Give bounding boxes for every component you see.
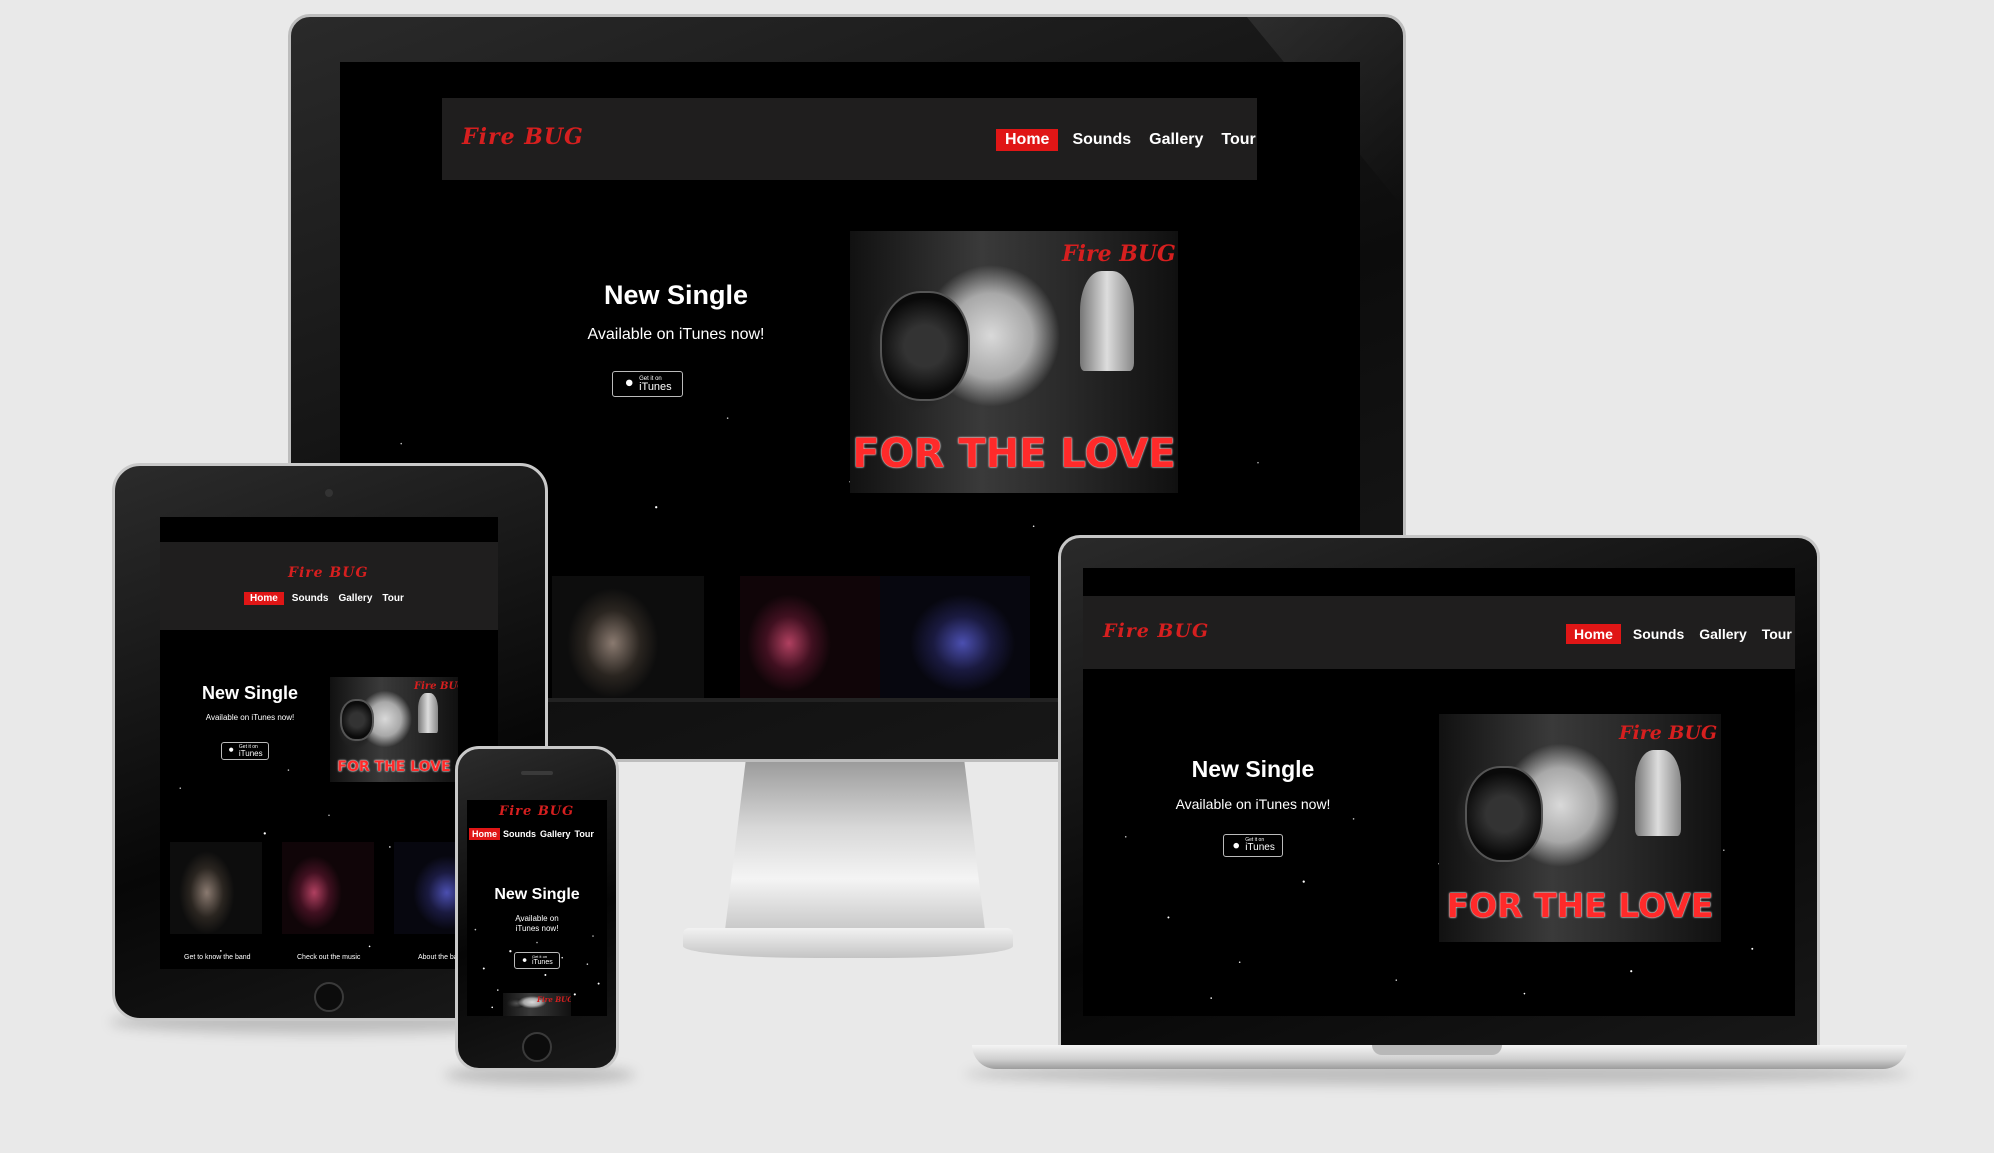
phone-nav-gallery[interactable]: Gallery [539,828,572,840]
laptop-nav-gallery[interactable]: Gallery [1696,624,1749,644]
main-nav: Home Sounds Gallery Tour [996,129,1260,151]
tablet-itunes-button[interactable]: ⚫ Get it on iTunes [221,742,269,760]
tablet-site-logo[interactable]: Fire BUG [288,565,368,581]
nav-sounds[interactable]: Sounds [1068,129,1135,151]
tablet-gallery-photo-1[interactable] [170,842,262,934]
tablet-hero-subtitle: Available on iTunes now! [205,713,295,722]
website-laptop: Fire BUG Home Sounds Gallery Tour New Si… [1083,568,1795,1016]
laptop-microphone-shape [1635,750,1681,836]
phone-hero-title: New Single [494,886,580,903]
apple-icon: ⚫ [623,376,636,392]
headphone-shape [880,291,970,401]
microphone-shape [1080,271,1134,371]
laptop-nav-home[interactable]: Home [1566,624,1621,644]
hero-title: New Single [603,280,749,310]
tablet-hero-title: New Single [201,683,299,703]
phone-album-cover[interactable]: Fire BUG [503,993,571,1016]
tablet-nav-gallery[interactable]: Gallery [336,592,374,605]
nav-tour[interactable]: Tour [1217,129,1259,151]
itunes-button[interactable]: ⚫ Get it on iTunes [612,371,683,397]
phone-itunes-big: iTunes [531,959,553,966]
monitor-stand-base [683,928,1013,958]
tablet-itunes-big: iTunes [238,748,263,758]
laptop-notch [1372,1045,1502,1055]
phone-nav-home[interactable]: Home [469,828,501,840]
laptop-itunes-big: iTunes [1245,842,1275,853]
site-logo[interactable]: Fire BUG [462,124,584,150]
tablet-album-logo: Fire BUG [414,681,458,692]
tablet-screen: Fire BUG Home Sounds Gallery Tour New Si… [160,517,498,969]
tablet-apple-icon: ⚫ [227,746,235,756]
phone-nav-sounds[interactable]: Sounds [502,828,537,840]
phone-itunes-button[interactable]: ⚫ Get it on iTunes [514,952,560,969]
album-title: FOR THE LOVE [852,431,1176,477]
laptop-itunes-button[interactable]: ⚫ Get it on iTunes [1223,834,1283,857]
laptop-nav-tour[interactable]: Tour [1759,624,1795,644]
phone-nav-tour[interactable]: Tour [574,828,595,840]
website-tablet: Fire BUG Home Sounds Gallery Tour New Si… [160,517,498,969]
tablet-microphone-shape [418,693,438,733]
nav-home[interactable]: Home [996,129,1059,151]
itunes-big-label: iTunes [639,380,672,393]
hero-subtitle: Available on iTunes now! [587,326,765,343]
laptop-hero-subtitle: Available on iTunes now! [1175,796,1331,812]
album-cover[interactable]: Fire BUG FOR THE LOVE [850,231,1178,493]
tablet-album-cover[interactable]: Fire BUG FOR THE LOVE [330,677,458,782]
tablet-album-title: FOR THE LOVE [337,759,451,775]
tablet-nav-tour[interactable]: Tour [380,592,405,605]
phone-home-button[interactable] [522,1032,552,1062]
laptop-headphone-shape [1465,766,1543,862]
laptop-hero-title: New Single [1191,756,1315,782]
tablet-headphone-shape [340,699,374,741]
gallery-photo-2[interactable] [740,576,880,698]
tablet-gallery-photo-2[interactable] [282,842,374,934]
gallery-photo-3[interactable] [880,576,1030,698]
album-logo: Fire BUG [1062,241,1176,267]
tablet-nav-sounds[interactable]: Sounds [290,592,331,605]
website-phone: Fire BUG Home Sounds Gallery Tour New Si… [467,800,607,1016]
phone-site-logo[interactable]: Fire BUG [499,804,574,819]
gallery-photo-1[interactable] [552,576,704,698]
laptop-nav-sounds[interactable]: Sounds [1630,624,1687,644]
laptop-album-cover[interactable]: Fire BUG FOR THE LOVE [1439,714,1721,942]
phone-apple-icon: ⚫ [521,956,528,965]
laptop-main-nav: Home Sounds Gallery Tour [1566,624,1795,644]
tablet-home-button[interactable] [314,982,344,1012]
laptop-apple-icon: ⚫ [1231,838,1242,853]
nav-gallery[interactable]: Gallery [1145,129,1207,151]
laptop-album-title: FOR THE LOVE [1446,886,1714,925]
monitor-stand-neck [725,760,985,930]
phone-hero-subtitle: Available on iTunes now! [515,914,559,933]
laptop-site-logo[interactable]: Fire BUG [1103,620,1209,642]
laptop-album-logo: Fire BUG [1619,722,1718,744]
phone-screen: Fire BUG Home Sounds Gallery Tour New Si… [467,800,607,1016]
tablet-nav-home[interactable]: Home [244,592,284,605]
phone-speaker [521,771,553,775]
tablet-site-header [160,542,498,630]
phone-main-nav: Home Sounds Gallery Tour [469,828,595,840]
tablet-caption-2[interactable]: Check out the music [297,954,360,961]
tablet-main-nav: Home Sounds Gallery Tour [244,592,406,605]
phone-album-logo: Fire BUG [537,995,571,1004]
tablet-caption-1[interactable]: Get to know the band [184,954,251,961]
tablet-camera [325,489,333,497]
laptop-screen: Fire BUG Home Sounds Gallery Tour New Si… [1083,568,1795,1016]
